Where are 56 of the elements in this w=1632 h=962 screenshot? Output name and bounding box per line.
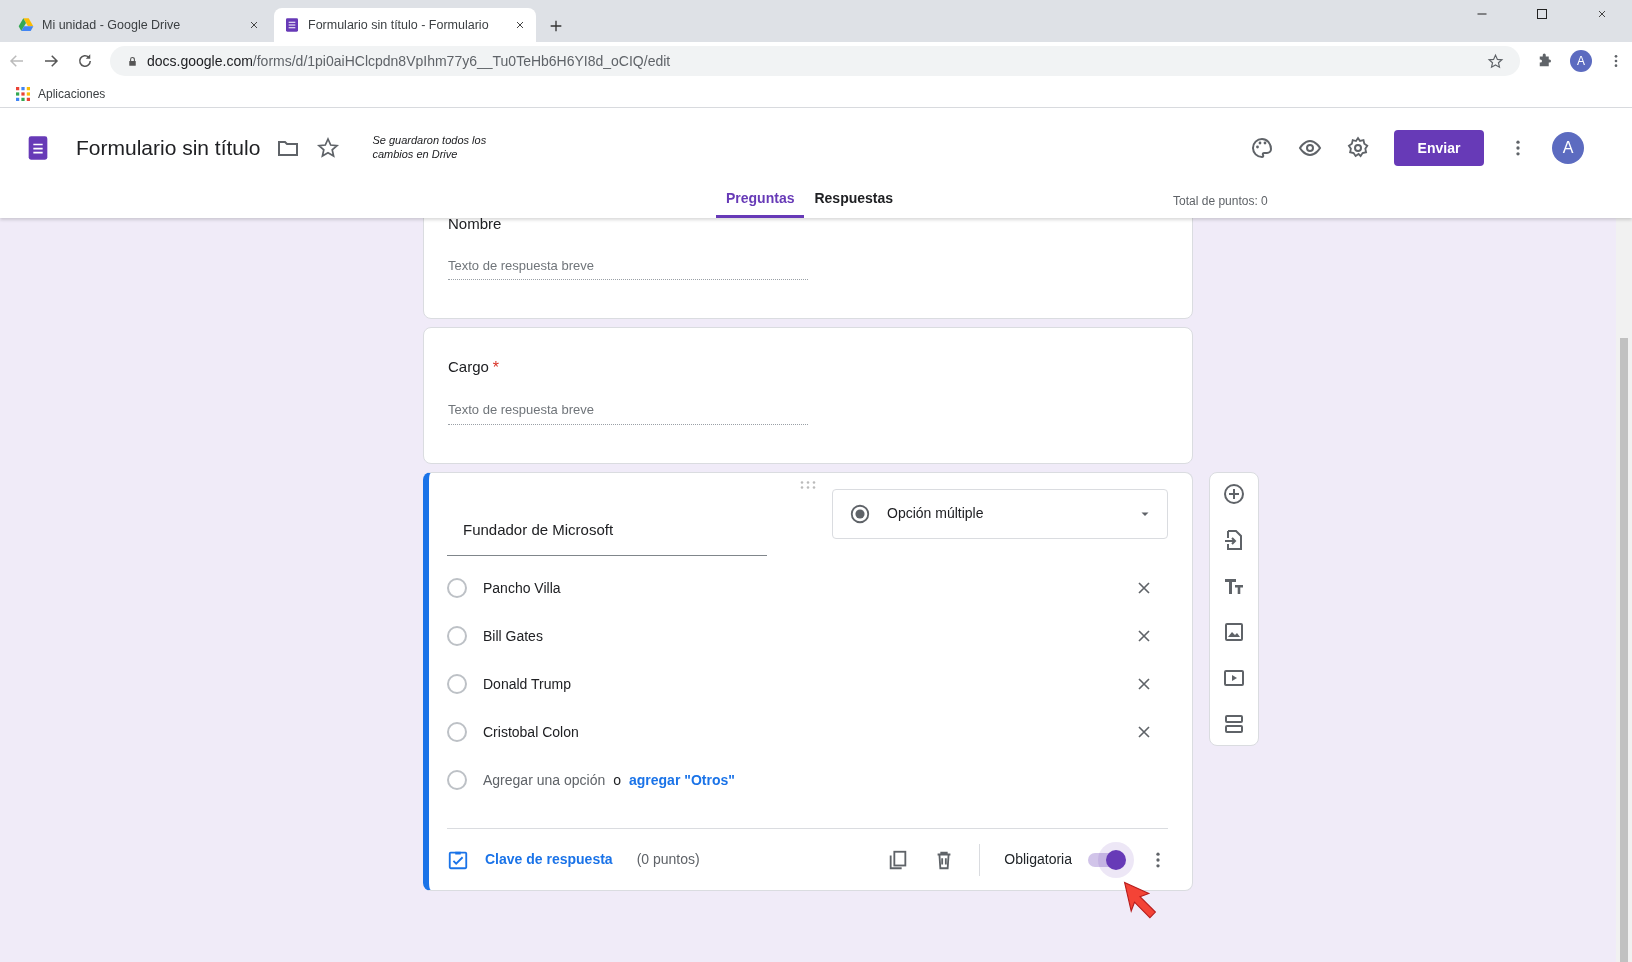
- lock-icon: [126, 54, 139, 68]
- question-title: Cargo: [448, 357, 489, 377]
- radio-button[interactable]: [447, 578, 467, 598]
- form-title[interactable]: Formulario sin título: [76, 132, 261, 164]
- drag-handle-icon[interactable]: [799, 480, 816, 489]
- option-label[interactable]: Bill Gates: [483, 625, 1118, 647]
- settings-icon[interactable]: [1346, 136, 1370, 160]
- close-icon[interactable]: [1596, 8, 1608, 20]
- form-icon: [284, 17, 300, 33]
- total-points: Total de puntos: 0: [1173, 193, 1268, 210]
- bookmark-link[interactable]: Aplicaciones: [38, 84, 106, 103]
- or-text: o: [613, 770, 621, 790]
- url-text: docs.google.com/forms/d/1pi0aiHClcpdn8VpIhm77y6__Tu0TeHb6H6YI8d_oCIQ/edit: [147, 51, 672, 71]
- answer-field: Texto de respuesta breve: [448, 396, 808, 425]
- add-other-link[interactable]: agregar "Otros": [629, 769, 735, 791]
- palette-icon[interactable]: [1250, 136, 1274, 160]
- option-label[interactable]: Cristobal Colon: [483, 721, 1118, 743]
- bookmark-star-icon[interactable]: [1487, 52, 1504, 70]
- drive-icon: [18, 17, 34, 33]
- maximize-icon[interactable]: [1536, 8, 1548, 20]
- radio-button[interactable]: [447, 674, 467, 694]
- option-label[interactable]: Donald Trump: [483, 673, 1118, 695]
- apps-grid-icon[interactable]: [16, 86, 30, 101]
- answer-key-link[interactable]: Clave de respuesta: [485, 849, 613, 870]
- reload-icon[interactable]: [76, 52, 94, 70]
- add-question-icon[interactable]: [1222, 481, 1246, 506]
- required-asterisk: *: [492, 358, 500, 378]
- profile-avatar[interactable]: A: [1552, 132, 1584, 164]
- profile-avatar[interactable]: A: [1570, 50, 1592, 72]
- radio-icon: [849, 502, 871, 525]
- close-icon[interactable]: [514, 19, 526, 31]
- question-type-dropdown[interactable]: Opción múltiple: [832, 488, 1168, 539]
- question-card[interactable]: Cargo * Texto de respuesta breve: [423, 327, 1193, 464]
- question-card[interactable]: Nombre Texto de respuesta breve: [423, 218, 1193, 319]
- radio-button[interactable]: [447, 722, 467, 742]
- forward-icon[interactable]: [42, 52, 60, 70]
- question-title: Nombre: [448, 218, 503, 234]
- points-text: (0 puntos): [636, 850, 700, 869]
- option-label[interactable]: Pancho Villa: [483, 577, 1118, 599]
- scrollbar[interactable]: [1616, 218, 1632, 962]
- radio-button[interactable]: [447, 626, 467, 646]
- add-option-text[interactable]: Agregar una opción: [483, 769, 606, 791]
- radio-button: [447, 770, 467, 790]
- browser-tab[interactable]: Formulario sin título - Formulario: [274, 8, 536, 42]
- send-button[interactable]: Enviar: [1394, 130, 1484, 166]
- required-label: Obligatoria: [1004, 850, 1072, 869]
- browser-tab[interactable]: Mi unidad - Google Drive: [8, 8, 270, 42]
- address-bar[interactable]: docs.google.com/forms/d/1pi0aiHClcpdn8VpIhm77y6__Tu0TeHb6H6YI8d_oCIQ/edit: [110, 46, 1520, 76]
- new-tab-icon[interactable]: [548, 18, 564, 34]
- form-tab[interactable]: Respuestas: [804, 182, 904, 218]
- save-status: Se guardaron todos los cambios en Drive: [372, 134, 488, 162]
- answer-field: Texto de respuesta breve: [448, 251, 808, 280]
- question-card[interactable]: Fundador de Microsoft Opción múltiple Pancho Villa Bill Gates Donald Trump Cristobal Colon Agregar una opción o agregar "Otros" Clave de respuesta (0 puntos) Obligatoria: [423, 471, 1193, 891]
- required-toggle[interactable]: [1088, 852, 1124, 867]
- close-icon[interactable]: [248, 19, 260, 31]
- star-icon[interactable]: [316, 136, 341, 160]
